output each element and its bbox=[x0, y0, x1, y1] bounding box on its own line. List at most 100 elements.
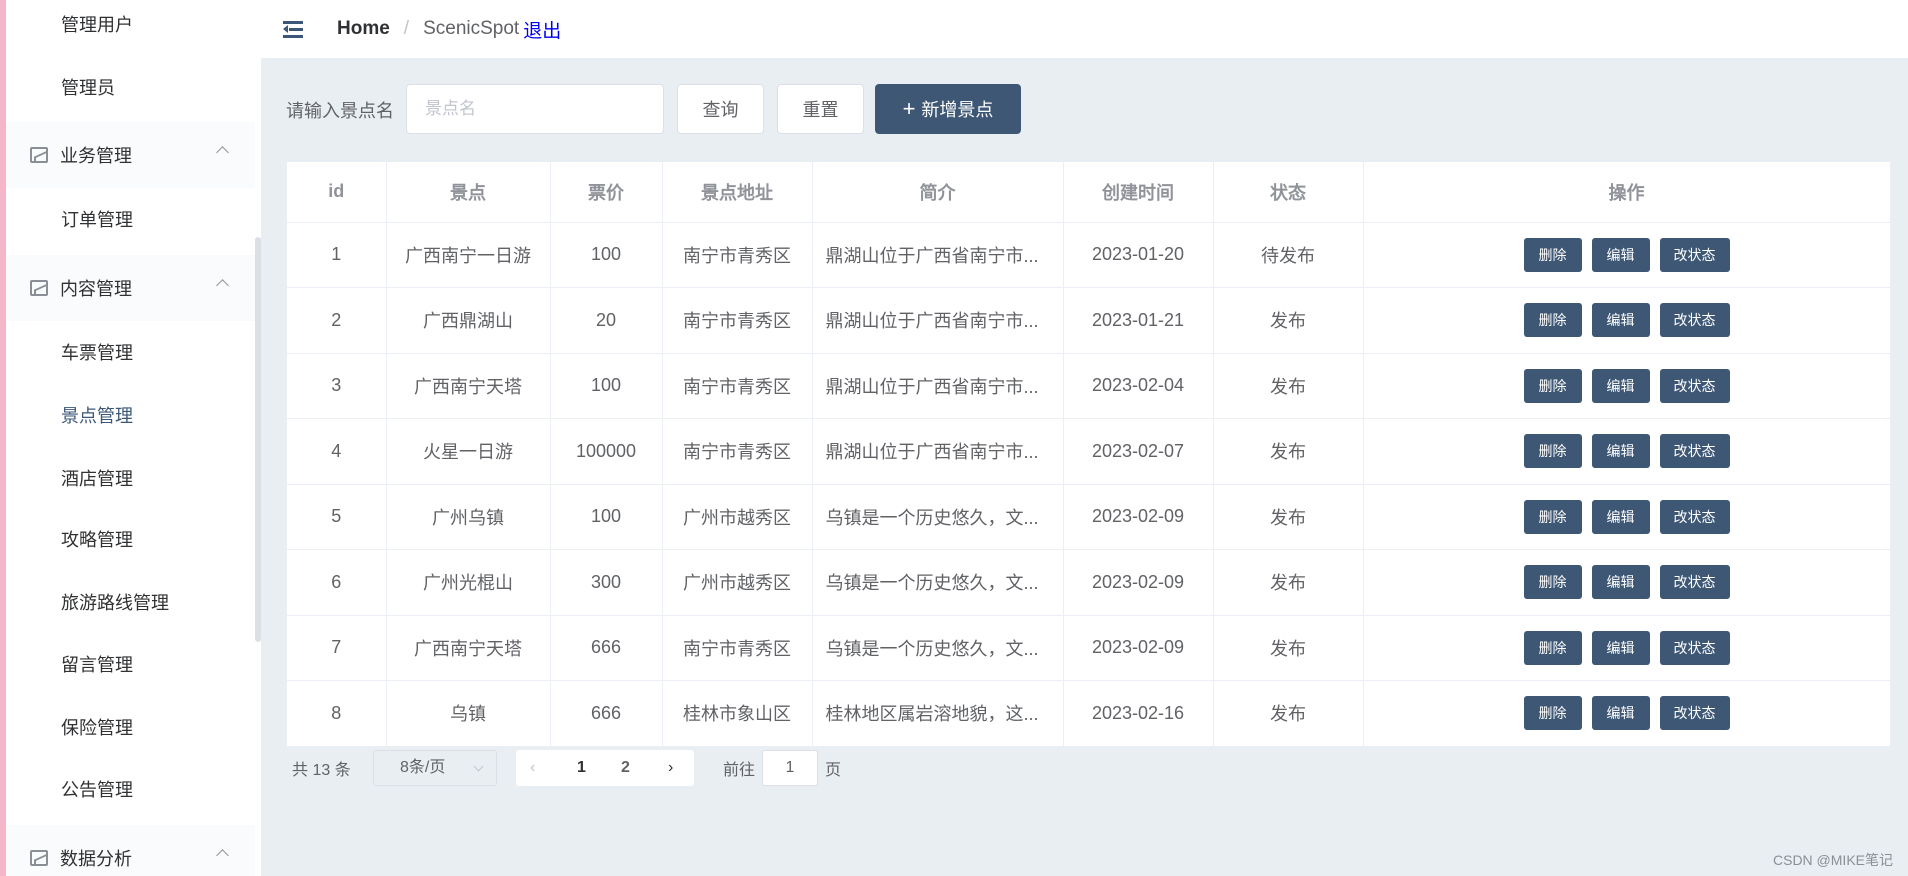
sidebar-item-guides[interactable]: 攻略管理 bbox=[12, 511, 261, 567]
page-size-value: 8条/页 bbox=[400, 759, 446, 776]
cell-address: 广州市越秀区 bbox=[662, 484, 813, 550]
sidebar-item-orders[interactable]: 订单管理 bbox=[12, 191, 261, 247]
sidebar-item-insurance[interactable]: 保险管理 bbox=[12, 699, 261, 755]
query-button-label: 查询 bbox=[702, 100, 739, 120]
cell-actions: 删除 编辑 改状态 bbox=[1363, 615, 1891, 681]
change-status-button[interactable]: 改状态 bbox=[1659, 237, 1730, 272]
line-chart-icon bbox=[30, 280, 48, 296]
cell-spot: 广州乌镇 bbox=[386, 484, 551, 550]
cell-created: 2023-02-09 bbox=[1063, 484, 1214, 550]
sidebar-item-manage-users[interactable]: 管理用户 bbox=[12, 0, 261, 52]
table-row: 3 广西南宁天塔 100 南宁市青秀区 鼎湖山位于广西省南宁市... 2023-02-04… bbox=[287, 353, 1891, 419]
plus-icon: + bbox=[902, 96, 916, 121]
cell-intro: 鼎湖山位于广西省南宁市... bbox=[812, 353, 1064, 419]
sidebar-item-messages[interactable]: 留言管理 bbox=[12, 636, 261, 692]
change-status-button[interactable]: 改状态 bbox=[1659, 499, 1730, 534]
goto-page-input[interactable] bbox=[762, 750, 818, 786]
column-header-intro: 简介 bbox=[812, 162, 1064, 223]
sidebar-item-scenic-spots[interactable]: 景点管理 bbox=[12, 387, 261, 443]
table-row: 6 广州光棍山 300 广州市越秀区 乌镇是一个历史悠久，文... 2023-02-09 发… bbox=[287, 549, 1891, 616]
add-scenic-button[interactable]: + 新增景点 bbox=[875, 84, 1021, 134]
change-status-button[interactable]: 改状态 bbox=[1659, 696, 1730, 731]
column-header-created: 创建时间 bbox=[1063, 162, 1214, 223]
edit-button[interactable]: 编辑 bbox=[1591, 237, 1650, 272]
sidebar-scrollbar[interactable] bbox=[255, 237, 261, 642]
cell-address: 南宁市青秀区 bbox=[662, 418, 813, 485]
edit-button[interactable]: 编辑 bbox=[1591, 630, 1650, 665]
page-number[interactable]: 2 bbox=[621, 759, 630, 777]
sidebar-group-label: 数据分析 bbox=[60, 849, 132, 869]
change-status-button[interactable]: 改状态 bbox=[1659, 434, 1730, 469]
delete-button[interactable]: 删除 bbox=[1523, 237, 1582, 272]
cell-intro: 乌镇是一个历史悠久，文... bbox=[812, 549, 1064, 616]
delete-button[interactable]: 删除 bbox=[1523, 368, 1582, 403]
sidebar-item-label: 公告管理 bbox=[61, 780, 133, 800]
scenic-table: id 景点 票价 景点地址 简介 创建时间 状态 操作 1 广西南宁一日游 100 南… bbox=[287, 162, 1891, 747]
reset-button[interactable]: 重置 bbox=[777, 84, 864, 134]
edit-button[interactable]: 编辑 bbox=[1591, 696, 1650, 731]
sidebar-group-content[interactable]: 内容管理 bbox=[6, 255, 255, 321]
logout-link[interactable]: 退出 bbox=[523, 16, 561, 43]
delete-button[interactable]: 删除 bbox=[1523, 696, 1582, 731]
delete-button[interactable]: 删除 bbox=[1523, 434, 1582, 469]
change-status-button[interactable]: 改状态 bbox=[1659, 368, 1730, 403]
goto-label: 前往 bbox=[723, 762, 756, 779]
edit-button[interactable]: 编辑 bbox=[1591, 368, 1650, 403]
edit-button[interactable]: 编辑 bbox=[1591, 499, 1650, 534]
next-page-icon[interactable]: › bbox=[668, 759, 673, 777]
search-label: 请输入景点名 bbox=[286, 101, 394, 121]
cell-spot: 火星一日游 bbox=[386, 418, 551, 485]
menu-fold-icon[interactable] bbox=[283, 21, 305, 38]
sidebar-item-label: 保险管理 bbox=[61, 718, 133, 738]
cell-spot: 广西南宁天塔 bbox=[386, 615, 551, 681]
sidebar-item-notices[interactable]: 公告管理 bbox=[12, 761, 261, 817]
pagination-total: 共 13 条 bbox=[292, 762, 351, 779]
delete-button[interactable]: 删除 bbox=[1523, 565, 1582, 600]
sidebar-group-business[interactable]: 业务管理 bbox=[6, 122, 255, 188]
sidebar-item-label: 留言管理 bbox=[61, 655, 133, 675]
delete-button[interactable]: 删除 bbox=[1523, 499, 1582, 534]
chevron-up-icon bbox=[216, 849, 229, 862]
edit-button[interactable]: 编辑 bbox=[1591, 303, 1650, 338]
sidebar-item-routes[interactable]: 旅游路线管理 bbox=[12, 574, 261, 630]
change-status-button[interactable]: 改状态 bbox=[1659, 630, 1730, 665]
cell-intro: 鼎湖山位于广西省南宁市... bbox=[812, 222, 1064, 288]
column-header-address: 景点地址 bbox=[662, 162, 813, 223]
sidebar-item-hotels[interactable]: 酒店管理 bbox=[12, 450, 261, 506]
table-row: 8 乌镇 666 桂林市象山区 桂林地区属岩溶地貌，这... 2023-02-16 发布 删除… bbox=[287, 680, 1891, 747]
sidebar-item-admins[interactable]: 管理员 bbox=[12, 59, 261, 115]
cell-price: 100 bbox=[550, 484, 663, 550]
cell-created: 2023-01-21 bbox=[1063, 287, 1214, 354]
prev-page-icon[interactable]: ‹ bbox=[530, 759, 535, 777]
sidebar-group-data[interactable]: 数据分析 bbox=[6, 825, 255, 876]
cell-id: 7 bbox=[287, 615, 387, 681]
cell-id: 4 bbox=[287, 418, 387, 485]
cell-price: 300 bbox=[550, 549, 663, 616]
breadcrumb-home[interactable]: Home bbox=[337, 18, 390, 40]
table-row: 1 广西南宁一日游 100 南宁市青秀区 鼎湖山位于广西省南宁市... 2023-01-2… bbox=[287, 222, 1891, 288]
sidebar-item-label: 车票管理 bbox=[61, 343, 133, 363]
chevron-up-icon bbox=[216, 279, 229, 292]
chevron-down-icon bbox=[473, 761, 484, 772]
chevron-up-icon bbox=[216, 146, 229, 159]
delete-button[interactable]: 删除 bbox=[1523, 303, 1582, 338]
change-status-button[interactable]: 改状态 bbox=[1659, 303, 1730, 338]
sidebar-group-label: 内容管理 bbox=[60, 279, 132, 299]
page-size-select[interactable]: 8条/页 bbox=[373, 750, 497, 786]
sidebar-item-label: 管理员 bbox=[61, 78, 115, 98]
cell-price: 666 bbox=[550, 615, 663, 681]
column-header-status: 状态 bbox=[1213, 162, 1364, 223]
cell-actions: 删除 编辑 改状态 bbox=[1363, 222, 1891, 288]
edit-button[interactable]: 编辑 bbox=[1591, 434, 1650, 469]
change-status-button[interactable]: 改状态 bbox=[1659, 565, 1730, 600]
breadcrumb-current: ScenicSpot bbox=[423, 18, 520, 39]
delete-button[interactable]: 删除 bbox=[1523, 630, 1582, 665]
scenic-name-input[interactable] bbox=[406, 84, 664, 134]
cell-address: 南宁市青秀区 bbox=[662, 353, 813, 419]
cell-id: 2 bbox=[287, 287, 387, 354]
edit-button[interactable]: 编辑 bbox=[1591, 565, 1650, 600]
page-number-current[interactable]: 1 bbox=[577, 759, 586, 777]
sidebar-item-tickets[interactable]: 车票管理 bbox=[12, 324, 261, 380]
query-button[interactable]: 查询 bbox=[677, 84, 764, 134]
cell-status: 待发布 bbox=[1213, 222, 1364, 288]
